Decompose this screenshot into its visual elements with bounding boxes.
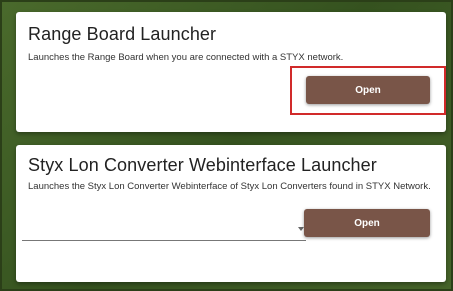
styx-lon-converter-launcher-card: Styx Lon Converter Webinterface Launcher… xyxy=(16,145,446,282)
converter-select[interactable] xyxy=(22,215,306,241)
range-board-launcher-card: Range Board Launcher Launches the Range … xyxy=(16,12,446,132)
card-title: Styx Lon Converter Webinterface Launcher xyxy=(28,155,377,175)
card-description: Launches the Styx Lon Converter Webinter… xyxy=(28,181,431,192)
card-description: Launches the Range Board when you are co… xyxy=(28,52,344,63)
card-title: Range Board Launcher xyxy=(28,24,217,44)
open-styx-webinterface-button[interactable]: Open xyxy=(304,209,430,237)
open-range-board-button[interactable]: Open xyxy=(306,76,430,104)
